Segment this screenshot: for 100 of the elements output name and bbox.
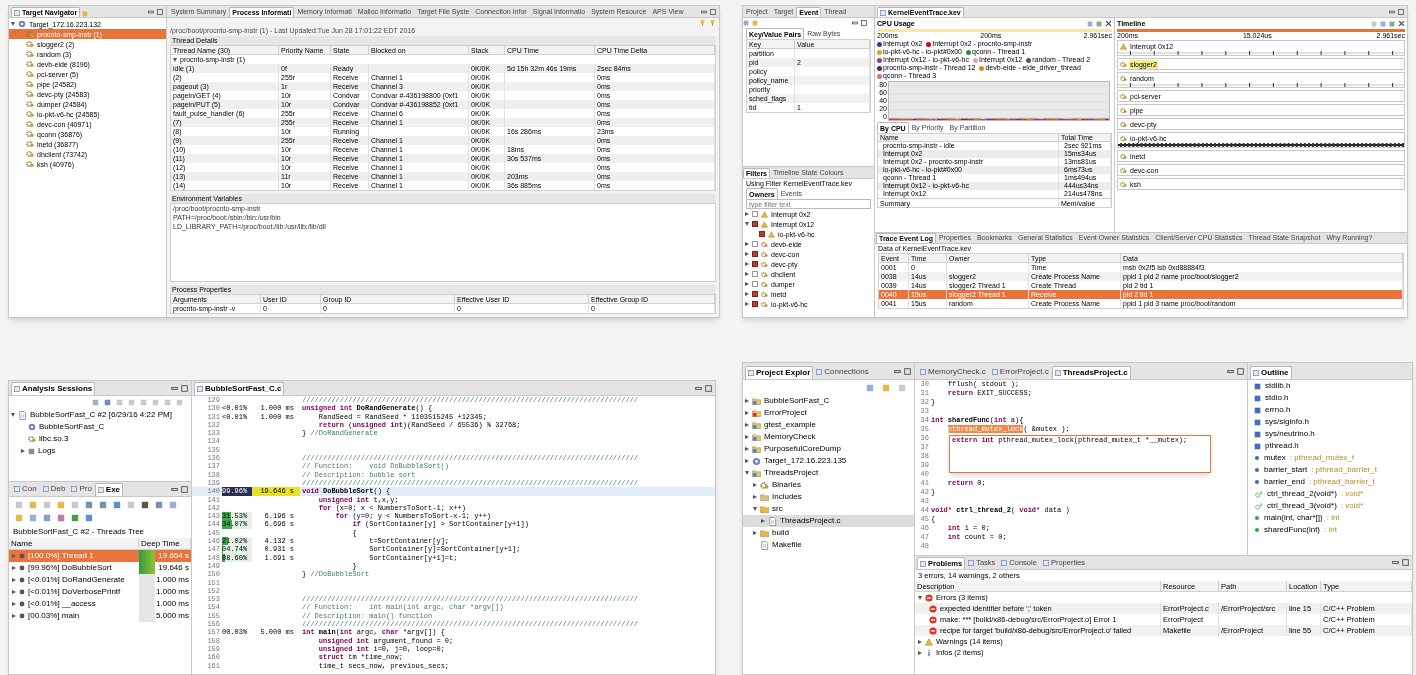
minimize-icon[interactable] xyxy=(852,20,858,26)
collapsed-arrow-icon[interactable] xyxy=(918,639,922,644)
collapsed-arrow-icon[interactable] xyxy=(12,578,16,582)
checkbox[interactable] xyxy=(752,261,758,267)
gear-icon xyxy=(761,290,768,298)
minimize-icon[interactable] xyxy=(695,384,702,392)
tree-item[interactable]: BubbleSortFast_C xyxy=(9,421,191,433)
checkbox[interactable] xyxy=(752,221,758,227)
tab[interactable]: Analysis Sessions xyxy=(11,382,96,395)
tree-item[interactable]: Logs xyxy=(9,445,191,457)
outline-item[interactable]: barrier_start : pthread_barrier_t xyxy=(1248,464,1412,476)
minimize-icon[interactable] xyxy=(171,384,178,392)
toolbar-icon[interactable] xyxy=(28,447,35,455)
gear-icon xyxy=(761,240,768,248)
close-icon[interactable] xyxy=(1105,20,1112,27)
outline-item[interactable]: stdlib.h xyxy=(1248,380,1412,392)
maximize-icon[interactable] xyxy=(710,8,716,15)
tree-item[interactable]: BubbleSortFast_C xyxy=(743,395,914,407)
tree-item[interactable]: MemoryCheck xyxy=(743,431,914,443)
minimize-icon[interactable] xyxy=(148,8,154,15)
tree-item[interactable]: [<0.01%] DoVerbosePrintf 1.000 ms xyxy=(9,586,191,598)
tree-item[interactable]: [00.03%] main 5.000 ms xyxy=(9,610,191,622)
page-icon xyxy=(968,559,975,566)
tree-item[interactable]: Target_172.16.223.135 xyxy=(743,455,914,467)
collapsed-arrow-icon[interactable] xyxy=(918,650,922,655)
gear-icon xyxy=(761,250,768,258)
minimize-icon[interactable] xyxy=(1227,367,1234,375)
maximize-icon[interactable] xyxy=(904,367,911,375)
collapsed-arrow-icon[interactable] xyxy=(12,566,16,570)
outline-item[interactable]: sharedFunc(int) : int xyxy=(1248,524,1412,536)
tree-item[interactable]: [<0.01%] DoRandGenerate 1.000 ms xyxy=(9,574,191,586)
outline-item[interactable]: stdio.h xyxy=(1248,392,1412,404)
tab[interactable]: Connections xyxy=(813,365,872,379)
tree-item[interactable]: libc.so.3 xyxy=(9,433,191,445)
collapsed-arrow-icon[interactable] xyxy=(745,459,749,463)
tab[interactable]: Project Explor xyxy=(745,366,814,379)
close-icon[interactable] xyxy=(1398,20,1405,27)
outline-item[interactable]: ctrl_thread_2(void*) : void* xyxy=(1248,488,1412,500)
maximize-icon[interactable] xyxy=(1237,367,1244,375)
minimize-icon[interactable] xyxy=(701,8,707,15)
outline-item[interactable]: sys/neutrino.h xyxy=(1248,428,1412,440)
checkbox[interactable] xyxy=(759,231,765,237)
tree-item[interactable]: ThreadsProject xyxy=(743,467,914,479)
tab[interactable]: Exe xyxy=(94,483,124,496)
collapsed-arrow-icon[interactable] xyxy=(753,483,757,487)
tab[interactable]: BubbleSortFast_C.c xyxy=(194,382,285,395)
tab[interactable]: Pro xyxy=(68,482,95,496)
maximize-icon[interactable] xyxy=(705,384,712,392)
tree-item[interactable]: src xyxy=(743,503,914,515)
collapsed-arrow-icon[interactable] xyxy=(12,590,16,594)
maximize-icon[interactable] xyxy=(157,8,163,15)
outline-item[interactable]: pthread.h xyxy=(1248,440,1412,452)
outline-item[interactable]: main(int, char*[]) : int xyxy=(1248,512,1412,524)
minimize-icon[interactable] xyxy=(171,485,178,493)
tree-item[interactable]: gtest_example xyxy=(743,419,914,431)
outline-item[interactable]: sys/siginfo.h xyxy=(1248,416,1412,428)
maximize-icon[interactable] xyxy=(1402,559,1409,566)
checkbox[interactable] xyxy=(752,211,758,217)
threads-caption: BubbleSortFast_C #2 - Threads Tree xyxy=(12,526,146,538)
collapsed-arrow-icon[interactable] xyxy=(12,614,16,618)
maximize-icon[interactable] xyxy=(181,384,188,392)
checkbox[interactable] xyxy=(752,291,758,297)
minimize-icon[interactable] xyxy=(1389,8,1395,15)
tab[interactable]: ThreadsProject.c xyxy=(1051,366,1131,379)
minimize-icon[interactable] xyxy=(1392,559,1399,566)
collapsed-arrow-icon[interactable] xyxy=(21,449,25,453)
tree-item[interactable]: ErrorProject xyxy=(743,407,914,419)
tree-item[interactable]: Includes xyxy=(743,491,914,503)
checkbox[interactable] xyxy=(752,301,758,307)
maximize-icon[interactable] xyxy=(861,20,867,26)
tree-item[interactable]: Makefile xyxy=(743,539,914,551)
checkbox[interactable] xyxy=(752,251,758,257)
tree-item[interactable]: PurposefulCoreDump xyxy=(743,443,914,455)
outline-item[interactable]: errno.h xyxy=(1248,404,1412,416)
outline-item[interactable]: barrier_end : pthread_barrier_t xyxy=(1248,476,1412,488)
expanded-arrow-icon[interactable] xyxy=(918,595,922,600)
tab[interactable]: Con xyxy=(11,482,40,496)
checkbox[interactable] xyxy=(752,241,758,247)
outline-item[interactable]: ctrl_thread_3(void*) : void* xyxy=(1248,500,1412,512)
tab[interactable]: MemoryCheck.c xyxy=(917,365,989,379)
maximize-icon[interactable] xyxy=(181,485,188,493)
tree-item[interactable]: BubbleSortFast_C #2 [6/29/16 4:22 PM] xyxy=(9,409,191,421)
maximize-icon[interactable] xyxy=(1398,8,1404,15)
page-icon xyxy=(816,369,823,375)
checkbox[interactable] xyxy=(752,271,758,277)
tab[interactable]: ErrorProject.c xyxy=(988,365,1052,379)
tree-item[interactable]: Binaries xyxy=(743,479,914,491)
deep-time: 1.000 ms xyxy=(156,574,189,586)
tab[interactable]: Outline xyxy=(1250,366,1292,379)
expanded-arrow-icon[interactable] xyxy=(11,413,15,417)
outline-item[interactable]: mutex : pthread_mutex_t xyxy=(1248,452,1412,464)
tree-item[interactable]: build xyxy=(743,527,914,539)
tree-item[interactable]: [99.96%] DoBubbleSort 19.646 s xyxy=(9,562,191,574)
tree-item[interactable]: ThreadsProject.c xyxy=(743,515,914,527)
checkbox[interactable] xyxy=(752,281,758,287)
minimize-icon[interactable] xyxy=(894,367,901,375)
tree-item[interactable]: [<0.01%] __access 1.000 ms xyxy=(9,598,191,610)
collapsed-arrow-icon[interactable] xyxy=(761,519,765,523)
collapsed-arrow-icon[interactable] xyxy=(12,602,16,606)
tab[interactable]: Deb xyxy=(39,482,69,496)
